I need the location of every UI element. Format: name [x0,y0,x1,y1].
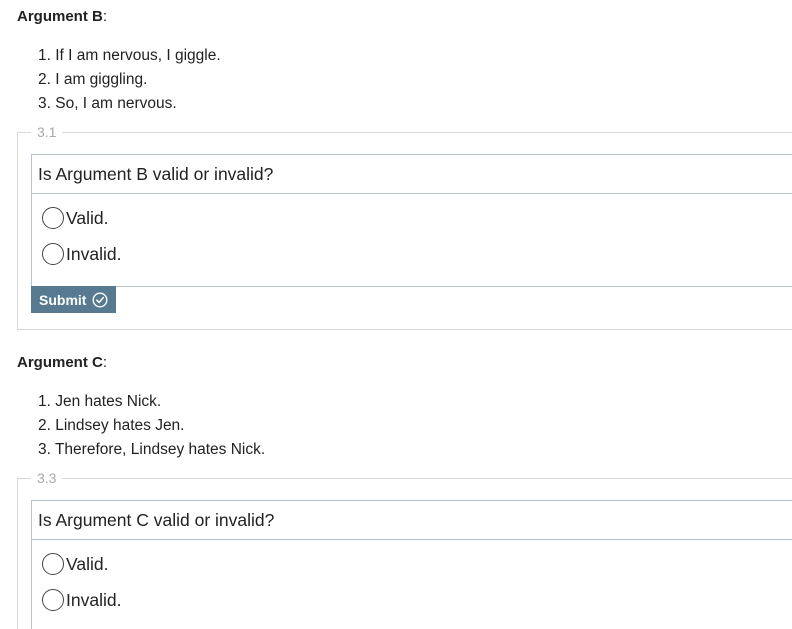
option-label: Valid. [66,207,109,228]
heading-colon: : [102,8,108,25]
option-label: Invalid. [66,243,122,264]
radio-button[interactable] [42,589,64,611]
option-label: Valid. [66,553,109,574]
radio-button[interactable] [42,243,64,265]
premise-item: 3. So, I am nervous. [38,95,177,112]
argument-heading-label: Argument C [17,354,103,371]
question-3-1-box: 3.1 Is Argument B valid or invalid? Vali… [17,124,792,330]
premise-item: 3. Therefore, Lindsey hates Nick. [38,441,266,458]
question-prompt: Is Argument B valid or invalid? [32,155,792,194]
argument-heading-label: Argument B [17,8,103,25]
premise-item: 2. Lindsey hates Jen. [38,417,185,434]
question-prompt: Is Argument C valid or invalid? [32,501,792,540]
radio-button[interactable] [42,553,64,575]
argument-c-heading: Argument C: [17,354,107,372]
option-list: Valid. Invalid. [32,540,792,618]
premise-item: 1. Jen hates Nick. [38,393,162,410]
question-3-1-form: Is Argument B valid or invalid? Valid. I… [31,154,792,287]
page: Argument B: 1. If I am nervous, I giggle… [0,0,792,629]
question-3-3-box: 3.3 Is Argument C valid or invalid? Vali… [17,470,792,629]
option-label: Invalid. [66,589,122,610]
submit-label: Submit [39,291,87,308]
question-3-3-form: Is Argument C valid or invalid? Valid. I… [31,500,792,629]
premise-item: 2. I am giggling. [38,71,148,88]
option-invalid[interactable]: Invalid. [32,582,792,618]
option-invalid[interactable]: Invalid. [32,236,792,272]
argument-c-premises: 1. Jen hates Nick. 2. Lindsey hates Jen.… [38,390,265,462]
check-circle-icon [92,291,108,308]
option-valid[interactable]: Valid. [32,200,792,236]
option-valid[interactable]: Valid. [32,546,792,582]
question-number: 3.3 [31,470,63,486]
submit-button[interactable]: Submit [31,286,116,313]
argument-b-heading: Argument B: [17,8,107,26]
heading-colon: : [102,354,108,371]
premise-item: 1. If I am nervous, I giggle. [38,47,221,64]
option-list: Valid. Invalid. [32,194,792,272]
argument-b-premises: 1. If I am nervous, I giggle. 2. I am gi… [38,44,221,116]
question-number: 3.1 [31,124,63,140]
radio-button[interactable] [42,207,64,229]
